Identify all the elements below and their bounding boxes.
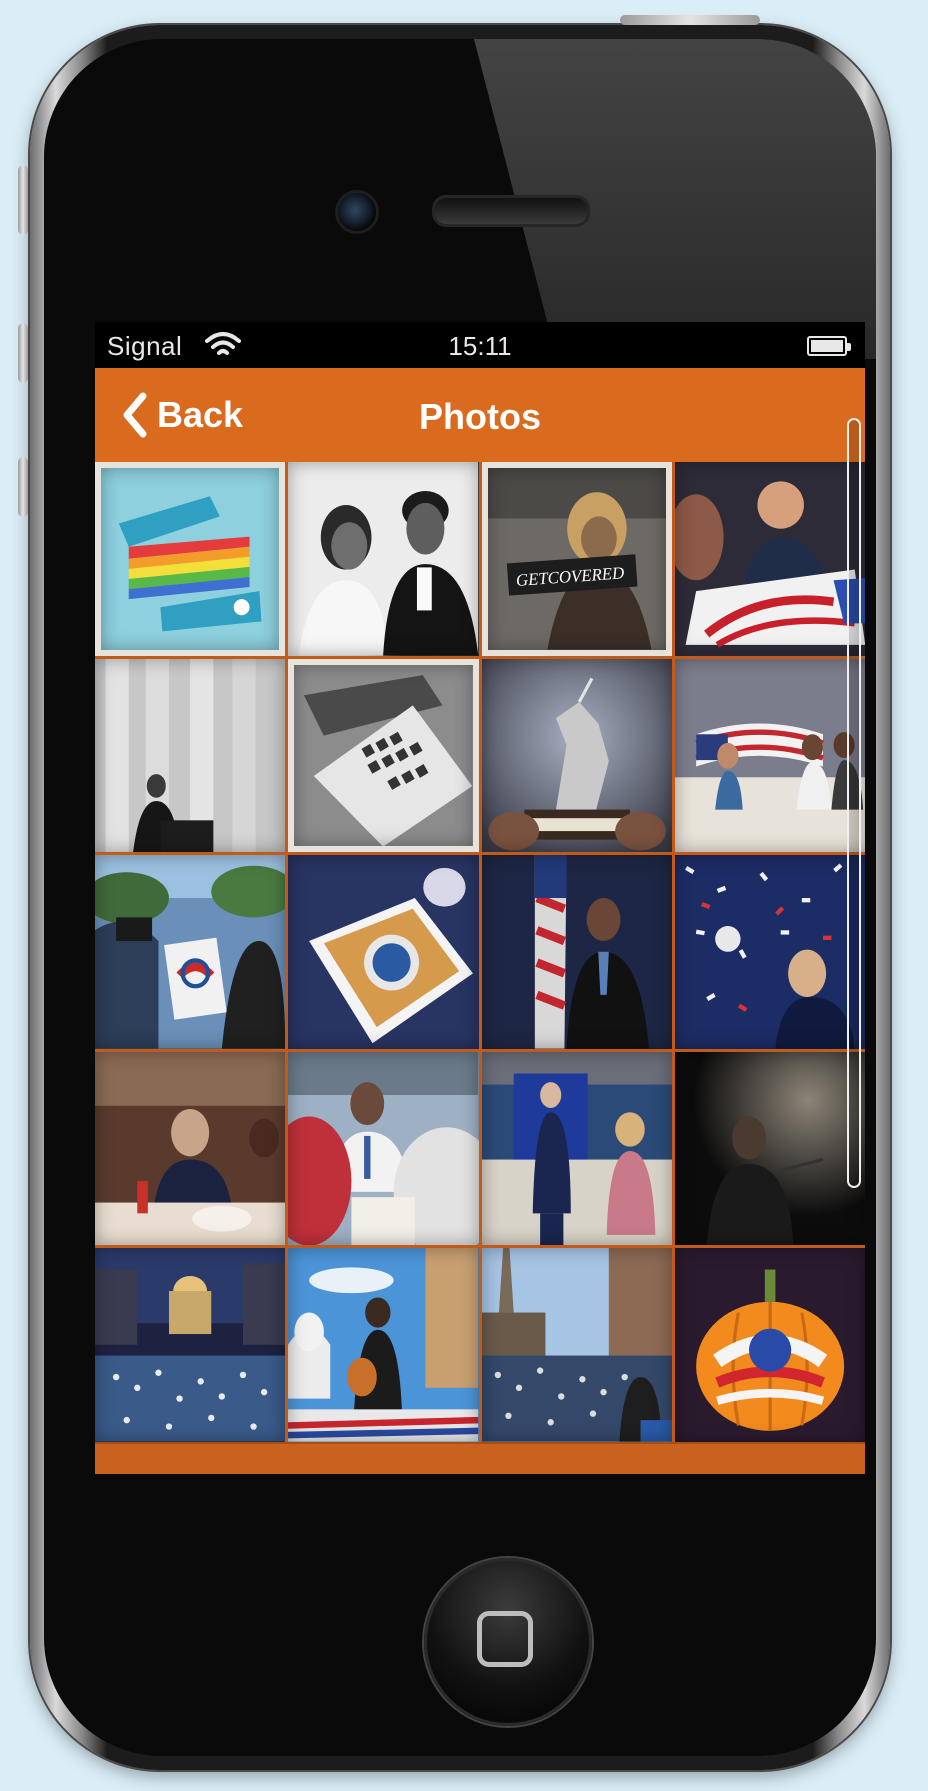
power-button (620, 15, 760, 25)
city-crowd-image (481, 1248, 672, 1442)
getcovered-image: GETCOVERED (487, 468, 666, 650)
photo-tile-17[interactable] (95, 1248, 286, 1442)
svg-text:GETCOVERED: GETCOVERED (515, 563, 625, 590)
photo-tile-19[interactable] (481, 1248, 672, 1442)
photo-tile-7[interactable] (481, 658, 672, 853)
photo-tile-5[interactable] (95, 658, 286, 853)
photo-tile-14[interactable] (288, 1051, 479, 1246)
photo-tile-10[interactable] (288, 855, 479, 1049)
front-camera-icon (335, 190, 379, 234)
photo-tile-16[interactable] (674, 1051, 865, 1246)
page-title: Photos (419, 396, 541, 437)
couple-photo-image (288, 462, 479, 656)
photo-tile-11[interactable] (481, 855, 672, 1049)
photo-tile-12[interactable] (674, 855, 865, 1049)
confetti-image (674, 855, 865, 1049)
bottom-toolbar (95, 1442, 865, 1474)
status-time: 15:11 (448, 331, 512, 361)
flag-mural-image (674, 658, 865, 853)
battery-icon (807, 336, 851, 356)
photo-tile-2[interactable] (288, 462, 479, 656)
mute-switch (18, 165, 28, 235)
rally-cameras-image (95, 855, 286, 1049)
photo-tile-1[interactable] (95, 462, 286, 656)
table-conversation-image (288, 1051, 479, 1246)
app-screen: Signal 15:11 Back Photos GETCOVERED (95, 322, 865, 1474)
photo-tile-20[interactable] (674, 1248, 865, 1442)
night-rally-image (95, 1248, 286, 1442)
dark-speech-image (674, 1051, 865, 1246)
pumpkin-logo-image (674, 1248, 865, 1442)
navigation-bar: Back Photos (95, 368, 865, 462)
photo-tile-18[interactable] (288, 1248, 479, 1442)
photo-tile-3[interactable]: GETCOVERED (481, 462, 672, 656)
coming-out-day-banner-image (101, 468, 280, 650)
home-square-icon (477, 1611, 533, 1667)
photo-tile-9[interactable] (95, 855, 286, 1049)
home-button[interactable] (424, 1558, 592, 1726)
capitol-guitar-image (288, 1248, 479, 1442)
portrait-flag-image (481, 855, 672, 1049)
speech-columns-image (95, 658, 286, 853)
volume-up-button (18, 323, 28, 383)
photo-tile-4[interactable] (674, 462, 865, 656)
diner-visit-image (95, 1051, 286, 1246)
unicorn-trophy-image (481, 658, 672, 853)
volume-down-button (18, 457, 28, 517)
stage-walk-image (481, 1051, 672, 1246)
status-bar: Signal 15:11 (95, 322, 865, 368)
photo-tile-13[interactable] (95, 1051, 286, 1246)
photo-tile-15[interactable] (481, 1051, 672, 1246)
photo-tile-8[interactable] (674, 658, 865, 853)
photo-grid: GETCOVERED (95, 462, 865, 1442)
birthday-card-image (294, 664, 473, 847)
earpiece-speaker (432, 195, 590, 227)
cake-seal-image (288, 855, 479, 1049)
child-with-flag-image (674, 462, 865, 656)
scroll-indicator[interactable] (847, 418, 861, 1188)
photo-tile-6[interactable] (288, 658, 479, 853)
